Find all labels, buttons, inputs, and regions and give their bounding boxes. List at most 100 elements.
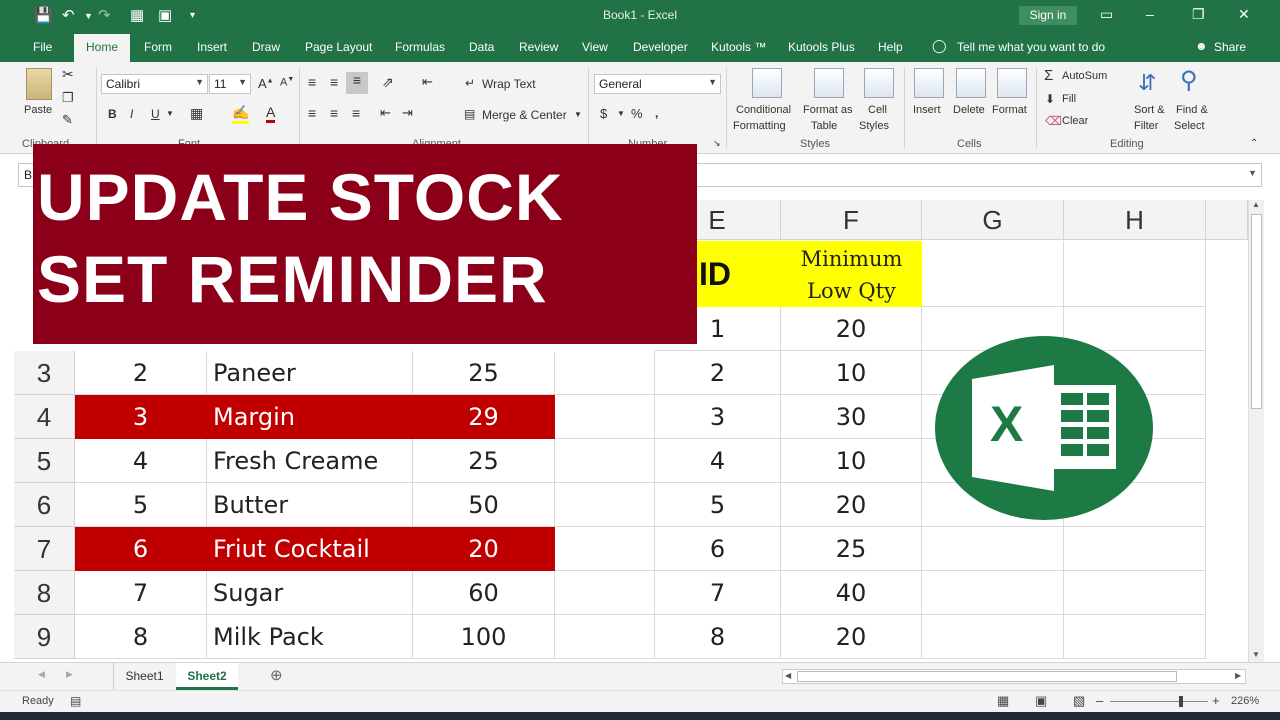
row-header[interactable]: 9 [14, 615, 75, 659]
column-header-g[interactable]: G [922, 200, 1064, 240]
orientation-icon[interactable]: ⇗ [382, 74, 394, 91]
sort-filter-label-1[interactable]: Sort & [1134, 104, 1165, 116]
borders-icon[interactable]: ▦ [190, 105, 203, 122]
tab-formulas[interactable]: Formulas [395, 40, 445, 54]
merge-dropdown-icon[interactable]: ▼ [574, 110, 582, 119]
find-select-icon[interactable]: ⚲ [1180, 66, 1198, 95]
number-launcher-icon[interactable]: ↘ [713, 138, 721, 149]
clear-icon[interactable]: ⌫ [1045, 114, 1062, 128]
normal-view-icon[interactable]: ▦ [997, 693, 1009, 709]
tab-file[interactable]: File [33, 40, 52, 54]
font-name-select[interactable]: Calibri ▼ [101, 74, 208, 94]
tab-review[interactable]: Review [519, 40, 558, 54]
tab-insert[interactable]: Insert [197, 40, 227, 54]
minimize-icon[interactable]: – [1146, 6, 1154, 22]
cell-min-low-qty[interactable]: 20 [781, 483, 922, 527]
cell-min-low-qty[interactable]: 30 [781, 395, 922, 439]
grow-font-icon[interactable]: A▲ [258, 76, 274, 91]
zoom-out-icon[interactable]: – [1096, 693, 1103, 708]
page-break-view-icon[interactable]: ▧ [1073, 693, 1085, 709]
cell-empty[interactable] [555, 395, 655, 439]
tab-developer[interactable]: Developer [633, 40, 688, 54]
autosum-icon[interactable]: Σ [1044, 67, 1053, 84]
cell-product-name[interactable]: Friut Cocktail [207, 527, 413, 571]
cell-id[interactable]: 8 [655, 615, 781, 659]
cell-empty[interactable] [922, 615, 1064, 659]
insert-cells-icon[interactable] [914, 68, 944, 98]
cell-item-number[interactable]: 2 [75, 351, 207, 395]
decrease-indent-icon[interactable]: ⇤ [380, 105, 391, 121]
cell-empty[interactable] [555, 615, 655, 659]
cell-empty[interactable] [1064, 527, 1206, 571]
currency-dropdown-icon[interactable]: ▼ [617, 109, 625, 118]
next-sheet-icon[interactable]: ▶ [66, 669, 73, 680]
font-size-select[interactable]: 11 ▼ [209, 74, 251, 94]
format-cells-icon[interactable] [997, 68, 1027, 98]
cell-empty[interactable] [555, 527, 655, 571]
fill-button[interactable]: Fill [1062, 93, 1076, 105]
cell-h1[interactable] [1064, 241, 1206, 307]
cell-item-number[interactable]: 3 [75, 395, 207, 439]
sheet-tab-sheet1[interactable]: Sheet1 [113, 663, 175, 690]
cell-min-low-qty[interactable]: 40 [781, 571, 922, 615]
wrap-text-icon[interactable]: ↵ [465, 76, 475, 90]
format-as-table-label-1[interactable]: Format as [803, 104, 853, 116]
cell-stock-qty[interactable]: 50 [413, 483, 555, 527]
cell-id[interactable]: 7 [655, 571, 781, 615]
underline-dropdown-icon[interactable]: ▼ [166, 109, 174, 118]
format-as-table-label-2[interactable]: Table [811, 120, 837, 132]
cell-styles-icon[interactable] [864, 68, 894, 98]
column-header-f[interactable]: F [781, 200, 922, 240]
tab-draw[interactable]: Draw [252, 40, 280, 54]
scroll-right-icon[interactable]: ▶ [1235, 671, 1241, 680]
cell-item-number[interactable]: 8 [75, 615, 207, 659]
align-center-icon[interactable]: ≡ [330, 105, 338, 121]
tab-home[interactable]: Home [74, 34, 131, 62]
find-select-label-2[interactable]: Select [1174, 120, 1205, 132]
conditional-formatting-label-2[interactable]: Formatting [733, 120, 786, 132]
cell-item-number[interactable]: 6 [75, 527, 207, 571]
vertical-scroll-thumb[interactable] [1251, 214, 1262, 409]
row-header[interactable]: 8 [14, 571, 75, 615]
horizontal-scroll-thumb[interactable] [797, 671, 1177, 682]
cell-id[interactable]: 3 [655, 395, 781, 439]
cell-empty[interactable] [555, 439, 655, 483]
cell-empty[interactable] [922, 571, 1064, 615]
sheet-tab-sheet2[interactable]: Sheet2 [176, 663, 238, 690]
align-top-icon[interactable]: ≡ [308, 74, 316, 90]
cell-empty[interactable] [555, 483, 655, 527]
scroll-left-icon[interactable]: ◀ [785, 671, 791, 680]
copy-icon[interactable]: ❐ [62, 90, 74, 106]
tab-kutools-plus[interactable]: Kutools Plus [788, 40, 855, 54]
paste-icon[interactable] [26, 68, 52, 100]
expand-formula-bar-icon[interactable]: ▼ [1248, 168, 1257, 178]
align-middle-icon[interactable]: ≡ [330, 74, 338, 90]
cell-id[interactable]: 5 [655, 483, 781, 527]
zoom-level[interactable]: 226% [1231, 695, 1259, 707]
row-header[interactable]: 7 [14, 527, 75, 571]
delete-cells-button[interactable]: Delete [953, 104, 985, 116]
tab-kutools[interactable]: Kutools ™ [711, 40, 766, 54]
cell-styles-label-2[interactable]: Styles [859, 120, 889, 132]
row-header[interactable]: 3 [14, 351, 75, 395]
sort-filter-icon[interactable]: ⇵ [1138, 70, 1156, 96]
close-icon[interactable]: ✕ [1238, 6, 1250, 23]
text-direction-icon[interactable]: ⇤ [422, 74, 433, 90]
cell-product-name[interactable]: Sugar [207, 571, 413, 615]
cell-stock-qty[interactable]: 20 [413, 527, 555, 571]
format-cells-button[interactable]: Format [992, 104, 1027, 116]
cut-icon[interactable]: ✂ [62, 66, 74, 83]
minimum-low-qty-header-cell[interactable]: Minimum Low Qty [781, 241, 922, 307]
cell-stock-qty[interactable]: 60 [413, 571, 555, 615]
cell-empty[interactable] [1064, 615, 1206, 659]
cell-min-low-qty[interactable]: 10 [781, 351, 922, 395]
scroll-down-icon[interactable]: ▼ [1252, 650, 1260, 659]
insert-cells-button[interactable]: Insert [913, 104, 941, 116]
cell-stock-qty[interactable]: 25 [413, 351, 555, 395]
align-bottom-icon[interactable]: ≡ [346, 72, 368, 94]
cell-id[interactable]: 6 [655, 527, 781, 571]
cell-min-low-qty[interactable]: 25 [781, 527, 922, 571]
vertical-scrollbar[interactable]: ▲ ▼ [1248, 200, 1264, 662]
autosum-button[interactable]: AutoSum [1062, 70, 1107, 82]
zoom-in-icon[interactable]: + [1212, 693, 1220, 708]
